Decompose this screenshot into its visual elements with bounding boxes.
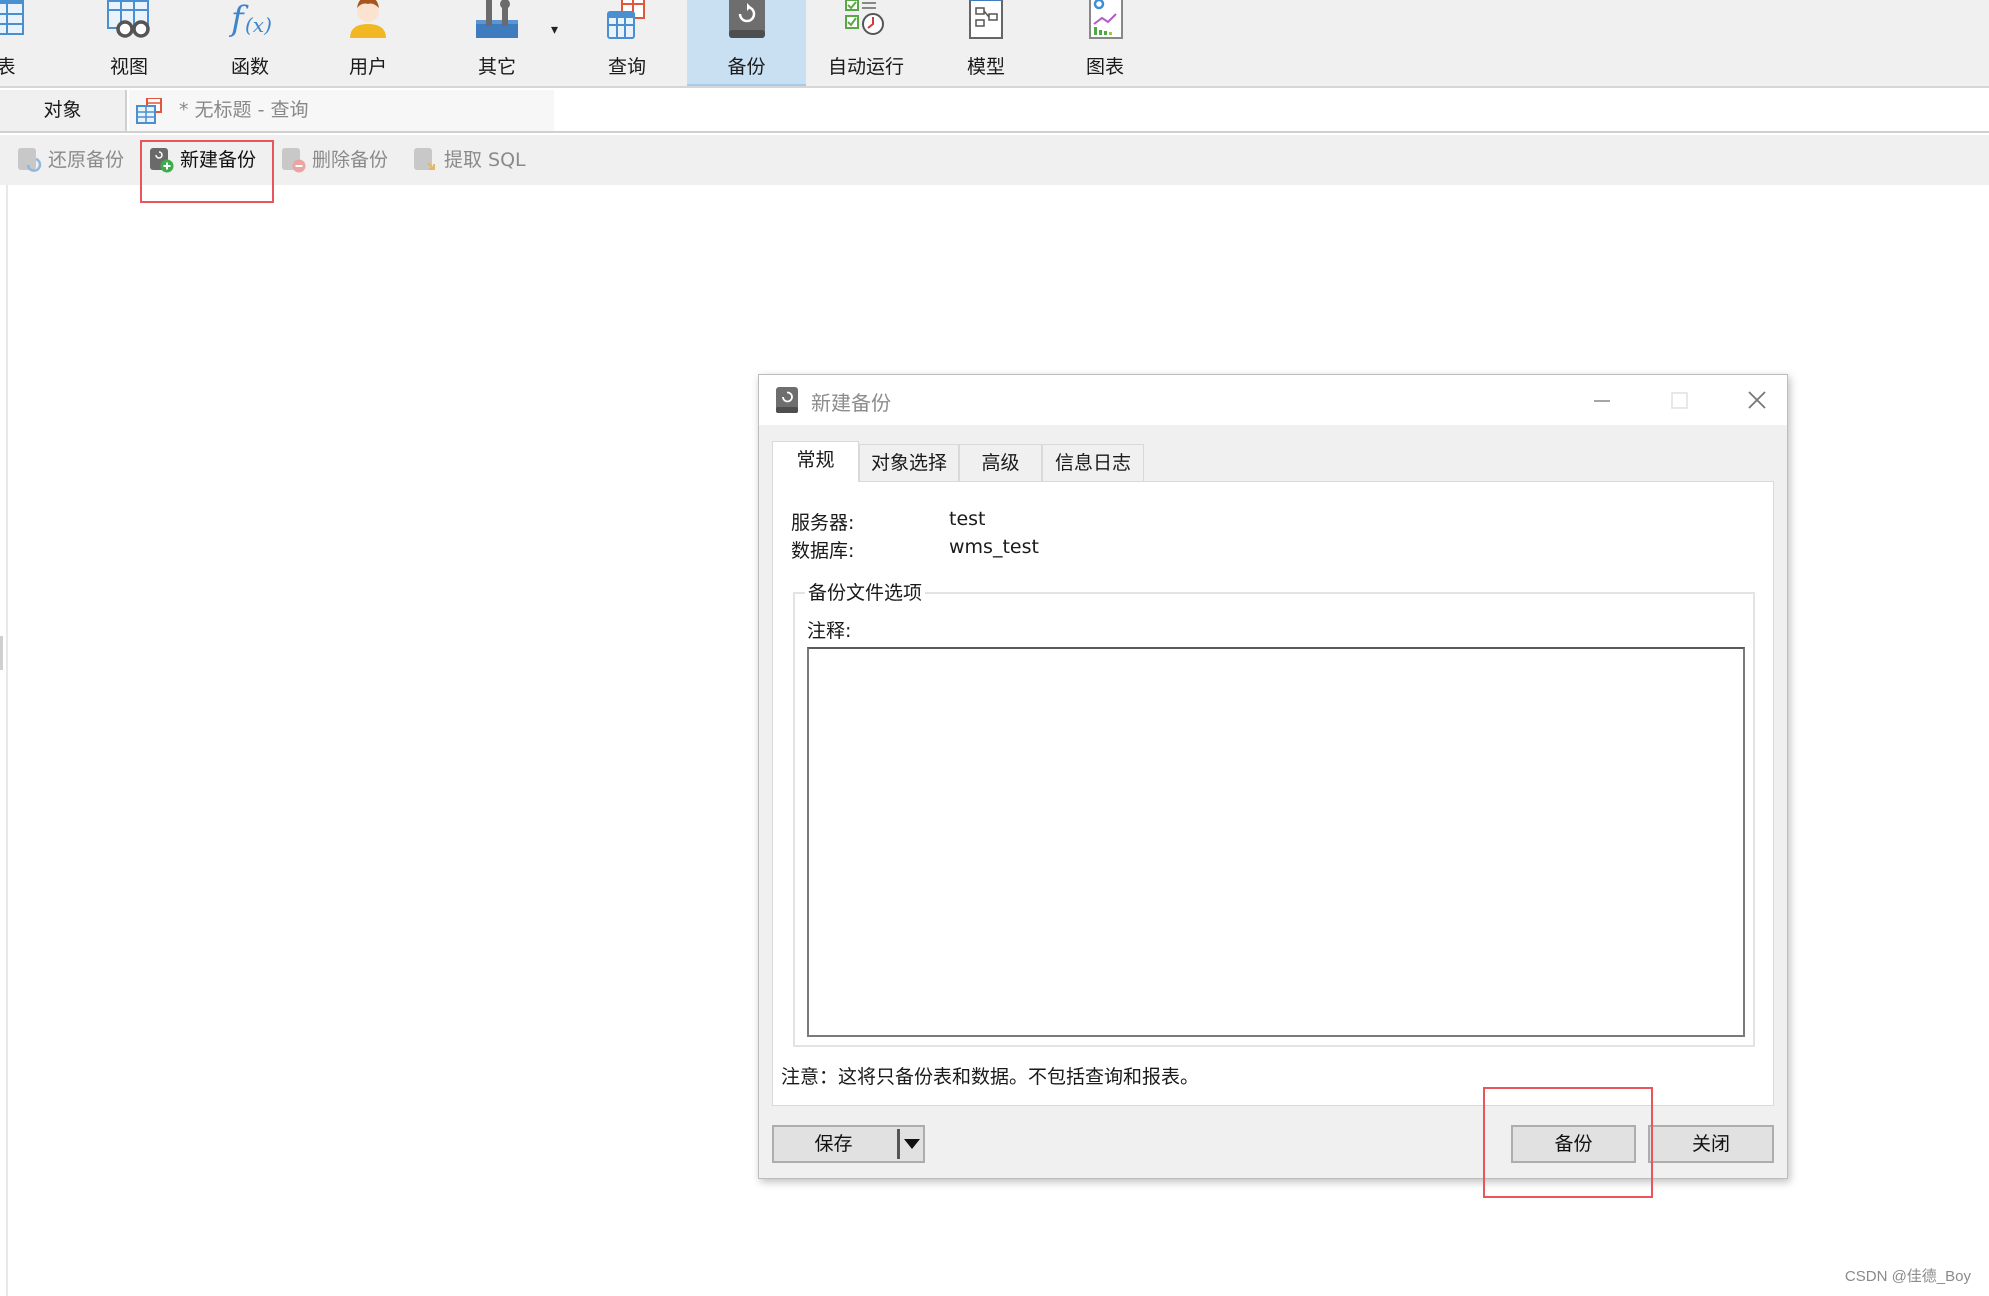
minimize-icon[interactable] <box>1582 385 1622 415</box>
toolbar-autorun-label: 自动运行 <box>827 56 904 78</box>
save-button[interactable]: 保存 <box>772 1125 925 1163</box>
svg-text:(x): (x) <box>245 13 272 37</box>
server-value: test <box>949 508 986 530</box>
toolbar-user-button[interactable]: 用户 <box>313 0 423 86</box>
tab-bar: 对象 * 无标题 - 查询 <box>0 90 1989 133</box>
comment-label: 注释: <box>807 620 852 642</box>
backup-note: 注意：这将只备份表和数据。不包括查询和报表。 <box>781 1066 1200 1088</box>
extract-sql-button[interactable]: 提取 SQL <box>410 145 526 175</box>
toolbar-backup-button[interactable]: 备份 <box>687 0 806 86</box>
database-value: wms_test <box>949 536 1039 558</box>
extract-sql-icon <box>414 148 435 170</box>
backup-file-options-group: 备份文件选项 注释: <box>793 578 1755 1047</box>
toolbar-table-label: 表 <box>0 56 16 78</box>
tab-objects[interactable]: 对象 <box>0 90 127 131</box>
toolbar-model-button[interactable]: 模型 <box>931 0 1041 86</box>
delete-backup-button[interactable]: 删除备份 <box>278 145 388 175</box>
database-label: 数据库: <box>791 540 855 562</box>
delete-backup-icon <box>282 148 306 173</box>
other-dropdown-arrow-icon[interactable]: ▾ <box>551 22 558 38</box>
toolbar-chart-label: 图表 <box>1085 56 1124 78</box>
tab-query-label: * 无标题 - 查询 <box>179 99 309 121</box>
highlight-new-backup-annotation <box>140 140 274 203</box>
toolbar-view-button[interactable]: 视图 <box>74 0 184 86</box>
restore-backup-label: 还原备份 <box>48 149 125 171</box>
toolbar-query-button[interactable]: 查询 <box>572 0 682 86</box>
close-button[interactable]: 关闭 <box>1648 1125 1774 1163</box>
toolbar-view-label: 视图 <box>109 56 148 78</box>
toolbar-function-label: 函数 <box>230 56 269 78</box>
table-icon <box>0 0 24 35</box>
main-toolbar: 表 视图 f (x) 函数 用户 其它 ▾ 查询 备份 自动运行 模型 图表 <box>0 0 1989 88</box>
query-tab-icon <box>136 98 162 124</box>
extract-sql-label: 提取 SQL <box>444 149 526 171</box>
dialog-tab-message-log[interactable]: 信息日志 <box>1042 444 1144 481</box>
toolbar-backup-label: 备份 <box>727 56 766 78</box>
maximize-icon[interactable] <box>1659 385 1699 415</box>
comment-textarea[interactable] <box>807 647 1745 1037</box>
highlight-backup-button-annotation <box>1483 1087 1653 1198</box>
toolbar-autorun-button[interactable]: 自动运行 <box>811 0 921 86</box>
chart-icon <box>1089 0 1123 39</box>
query-icon <box>607 0 645 39</box>
function-icon: f (x) <box>228 0 272 39</box>
close-icon[interactable] <box>1737 385 1777 415</box>
view-icon <box>107 0 150 38</box>
toolbar-other-button[interactable]: 其它 <box>442 0 552 86</box>
panel-splitter-handle[interactable] <box>0 636 3 670</box>
group-title: 备份文件选项 <box>805 578 926 605</box>
toolbar-user-label: 用户 <box>348 56 387 78</box>
tab-query[interactable]: * 无标题 - 查询 <box>129 90 554 131</box>
dialog-title: 新建备份 <box>811 391 891 415</box>
save-dropdown-toggle[interactable] <box>897 1129 923 1159</box>
tools-icon <box>476 0 518 38</box>
user-icon <box>350 0 386 38</box>
backup-subtoolbar: 还原备份 新建备份 删除备份 提取 SQL <box>0 135 1989 185</box>
toolbar-function-button[interactable]: f (x) 函数 <box>195 0 305 86</box>
schedule-icon <box>845 0 884 35</box>
toolbar-chart-button[interactable]: 图表 <box>1050 0 1160 86</box>
toolbar-query-label: 查询 <box>607 56 646 78</box>
restore-backup-button[interactable]: 还原备份 <box>14 145 124 175</box>
save-button-label: 保存 <box>814 1133 853 1155</box>
restore-backup-icon <box>18 148 42 172</box>
toolbar-model-label: 模型 <box>966 56 1005 78</box>
watermark: CSDN @佳德_Boy <box>1844 1268 1971 1285</box>
general-tab-panel: 服务器: test 数据库: wms_test 备份文件选项 注释: 注意：这将… <box>772 481 1774 1106</box>
toolbar-other-label: 其它 <box>477 56 516 78</box>
dialog-tab-advanced[interactable]: 高级 <box>959 444 1042 481</box>
model-icon <box>969 0 1003 39</box>
backup-icon <box>728 0 765 38</box>
dialog-tab-object-selection[interactable]: 对象选择 <box>859 444 959 481</box>
chevron-down-icon <box>904 1139 920 1149</box>
toolbar-table-button[interactable]: 表 <box>0 0 61 86</box>
dialog-tab-general[interactable]: 常规 <box>772 441 859 482</box>
delete-backup-label: 删除备份 <box>312 149 389 171</box>
new-backup-dialog: 新建备份 常规 对象选择 高级 信息日志 服务器: test 数据库: wms_… <box>758 374 1788 1179</box>
backup-dialog-icon <box>776 387 798 413</box>
server-label: 服务器: <box>791 512 855 534</box>
dialog-title-bar[interactable]: 新建备份 <box>759 375 1787 425</box>
